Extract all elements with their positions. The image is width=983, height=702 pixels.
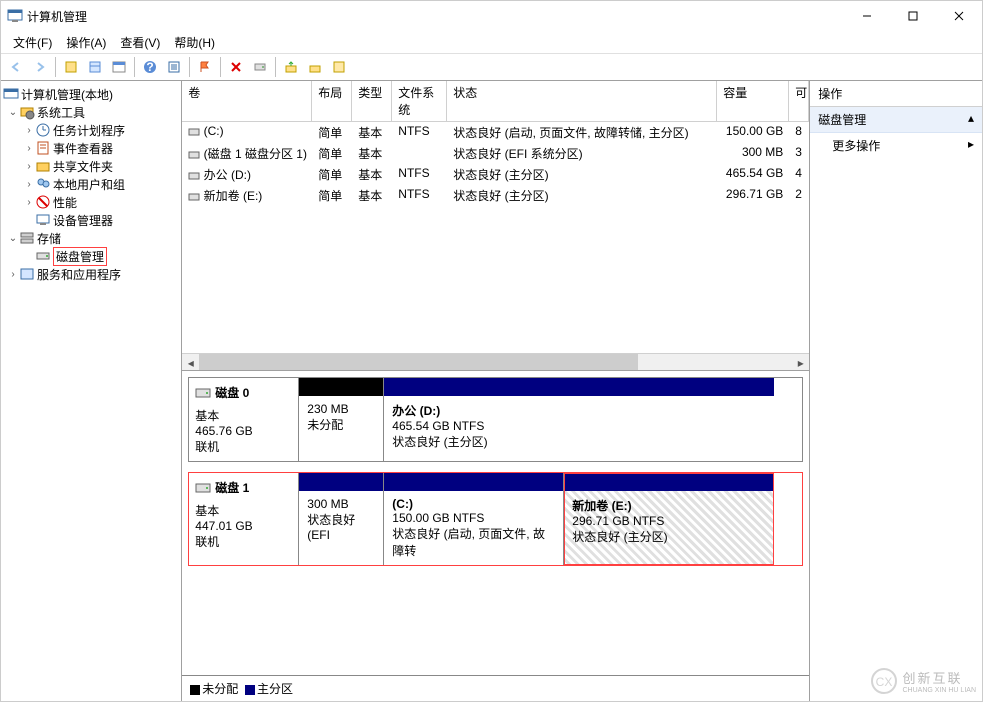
app-icon [7, 8, 23, 24]
tree-systools[interactable]: ⌄ 系统工具 [1, 103, 181, 121]
partition[interactable]: 300 MB状态良好 (EFI [299, 473, 384, 565]
tb-icon-2[interactable] [84, 56, 106, 78]
volume-row[interactable]: (C:)简单基本NTFS状态良好 (启动, 页面文件, 故障转储, 主分区)15… [182, 122, 809, 143]
partition[interactable]: 办公 (D:)465.54 GB NTFS状态良好 (主分区) [384, 378, 774, 461]
tree-share[interactable]: ›共享文件夹 [1, 157, 181, 175]
tb-action1-icon[interactable] [280, 56, 302, 78]
actions-more[interactable]: 更多操作 ▸ [810, 133, 982, 158]
tree-services[interactable]: ›服务和应用程序 [1, 265, 181, 283]
close-button[interactable] [936, 1, 982, 31]
tree-pane[interactable]: 计算机管理(本地) ⌄ 系统工具 ›任务计划程序 ›事件查看器 ›共享文件夹 ›… [1, 81, 182, 701]
col-layout[interactable]: 布局 [312, 81, 352, 121]
volume-row[interactable]: 办公 (D:)简单基本NTFS状态良好 (主分区)465.54 GB4 [182, 164, 809, 185]
tb-list-icon[interactable] [163, 56, 185, 78]
volume-list-header[interactable]: 卷 布局 类型 文件系统 状态 容量 可 [182, 81, 809, 122]
tree-perf[interactable]: ›性能 [1, 193, 181, 211]
partition[interactable]: (C:)150.00 GB NTFS状态良好 (启动, 页面文件, 故障转 [384, 473, 564, 565]
actions-pane: 操作 磁盘管理 ▴ 更多操作 ▸ [810, 81, 982, 701]
tree-storage[interactable]: ⌄存储 [1, 229, 181, 247]
toolbar: ? [1, 53, 982, 81]
tree-task[interactable]: ›任务计划程序 [1, 121, 181, 139]
actions-head: 操作 [810, 81, 982, 107]
svg-text:CX: CX [876, 675, 893, 689]
tb-icon-3[interactable] [108, 56, 130, 78]
partition[interactable]: 230 MB未分配 [299, 378, 384, 461]
tree-event[interactable]: ›事件查看器 [1, 139, 181, 157]
watermark: CX 创新互联CHUANG XIN HU LIAN [870, 667, 976, 695]
tree-root[interactable]: 计算机管理(本地) [1, 85, 181, 103]
col-type[interactable]: 类型 [352, 81, 392, 121]
col-fs[interactable]: 文件系统 [392, 81, 447, 121]
scroll-right-icon[interactable]: ▸ [792, 354, 809, 371]
scroll-left-icon[interactable]: ◂ [182, 354, 199, 371]
forward-button[interactable] [29, 56, 51, 78]
tb-flag-icon[interactable] [194, 56, 216, 78]
volume-list[interactable]: 卷 布局 类型 文件系统 状态 容量 可 (C:)简单基本NTFS状态良好 (启… [182, 81, 809, 371]
volume-row[interactable]: (磁盘 1 磁盘分区 1)简单基本状态良好 (EFI 系统分区)300 MB3 [182, 143, 809, 164]
titlebar: 计算机管理 [1, 1, 982, 31]
svg-text:?: ? [146, 60, 153, 74]
disk-item[interactable]: 磁盘 1基本447.01 GB联机300 MB状态良好 (EFI (C:)150… [188, 472, 803, 566]
tb-icon-1[interactable] [60, 56, 82, 78]
col-capacity[interactable]: 容量 [717, 81, 789, 121]
menu-file[interactable]: 文件(F) [7, 32, 58, 53]
scroll-thumb[interactable] [199, 354, 638, 370]
collapse-icon[interactable]: ▴ [968, 111, 974, 128]
maximize-button[interactable] [890, 1, 936, 31]
menu-action[interactable]: 操作(A) [60, 32, 112, 53]
chevron-right-icon: ▸ [968, 137, 974, 154]
disk-info: 磁盘 0基本465.76 GB联机 [189, 378, 299, 461]
h-scrollbar[interactable]: ◂ ▸ [182, 353, 809, 370]
disk-item[interactable]: 磁盘 0基本465.76 GB联机230 MB未分配办公 (D:)465.54 … [188, 377, 803, 462]
col-last[interactable]: 可 [789, 81, 809, 121]
tb-action2-icon[interactable] [304, 56, 326, 78]
tb-delete-icon[interactable] [225, 56, 247, 78]
minimize-button[interactable] [844, 1, 890, 31]
menu-help[interactable]: 帮助(H) [168, 32, 221, 53]
volume-row[interactable]: 新加卷 (E:)简单基本NTFS状态良好 (主分区)296.71 GB2 [182, 185, 809, 206]
col-volume[interactable]: 卷 [182, 81, 312, 121]
tree-users[interactable]: ›本地用户和组 [1, 175, 181, 193]
back-button[interactable] [5, 56, 27, 78]
disk-graphical-view[interactable]: 磁盘 0基本465.76 GB联机230 MB未分配办公 (D:)465.54 … [182, 371, 809, 675]
legend: 未分配 主分区 [182, 675, 809, 701]
menubar: 文件(F) 操作(A) 查看(V) 帮助(H) [1, 31, 982, 53]
tree-devmgr[interactable]: 设备管理器 [1, 211, 181, 229]
tree-diskmgmt[interactable]: 磁盘管理 [1, 247, 181, 265]
window-title: 计算机管理 [27, 8, 844, 25]
watermark-logo-icon: CX [870, 667, 898, 695]
col-status[interactable]: 状态 [447, 81, 717, 121]
help-icon[interactable]: ? [139, 56, 161, 78]
tb-action3-icon[interactable] [328, 56, 350, 78]
partition[interactable]: 新加卷 (E:)296.71 GB NTFS状态良好 (主分区) [564, 473, 774, 565]
menu-view[interactable]: 查看(V) [114, 32, 166, 53]
disk-info: 磁盘 1基本447.01 GB联机 [189, 473, 299, 565]
tb-drive-icon[interactable] [249, 56, 271, 78]
actions-section[interactable]: 磁盘管理 ▴ [810, 107, 982, 133]
